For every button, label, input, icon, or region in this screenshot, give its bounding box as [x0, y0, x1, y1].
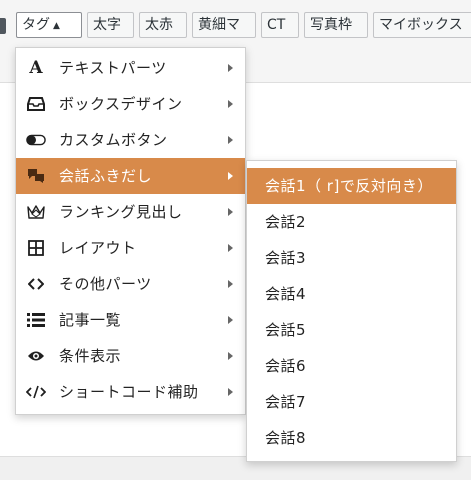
code-slash-icon	[26, 383, 46, 401]
menu-item-shortcode-helper[interactable]: ショートコード補助	[16, 374, 245, 410]
menu-item-label: ランキング見出し	[59, 203, 183, 221]
menu-item-label: ショートコード補助	[59, 383, 199, 401]
menu-item-layout[interactable]: レイアウト	[16, 230, 245, 266]
submenu-item-conversation-6[interactable]: 会話6	[247, 348, 456, 384]
chevron-right-icon	[228, 172, 233, 180]
chevron-right-icon	[228, 244, 233, 252]
chevron-right-icon	[228, 352, 233, 360]
menu-item-label: カスタムボタン	[59, 131, 168, 149]
list-icon	[26, 311, 46, 329]
menu-item-label: レイアウト	[59, 239, 137, 257]
menu-item-speech-bubble[interactable]: 会話ふきだし	[16, 158, 245, 194]
submenu-item-conversation-1[interactable]: 会話1（ r]で反対向き）	[247, 168, 456, 204]
chevron-right-icon	[228, 136, 233, 144]
submenu-item-conversation-4[interactable]: 会話4	[247, 276, 456, 312]
menu-item-custom-button[interactable]: カスタムボタン	[16, 122, 245, 158]
chevron-right-icon	[228, 388, 233, 396]
menu-item-label: テキストパーツ	[59, 59, 167, 77]
tag-dropdown-button[interactable]: タグ ▲	[16, 12, 82, 38]
submenu-item-label: 会話6	[265, 357, 307, 375]
letter-a-icon: A	[29, 58, 43, 78]
editor-page: タグ ▲ 太字 太赤 黄細マ CT 写真枠 マイボックス A テキストパーツ ボッ…	[0, 0, 471, 480]
chevron-right-icon	[228, 280, 233, 288]
menu-item-label: ボックスデザイン	[59, 95, 183, 113]
chevron-right-icon	[228, 64, 233, 72]
yellow-marker-button[interactable]: 黄細マ	[192, 12, 256, 38]
ct-button[interactable]: CT	[261, 12, 299, 38]
caret-up-icon: ▲	[53, 21, 60, 31]
speech-bubbles-icon	[26, 167, 46, 185]
chevron-right-icon	[228, 100, 233, 108]
menu-item-ranking-heading[interactable]: ランキング見出し	[16, 194, 245, 230]
eye-icon	[26, 347, 46, 365]
crown-icon	[26, 203, 46, 221]
menu-item-conditional-display[interactable]: 条件表示	[16, 338, 245, 374]
submenu-item-conversation-2[interactable]: 会話2	[247, 204, 456, 240]
menu-item-label: 会話ふきだし	[59, 167, 153, 185]
toggle-icon	[26, 131, 46, 149]
menu-item-text-parts[interactable]: A テキストパーツ	[16, 50, 245, 86]
menu-item-other-parts[interactable]: その他パーツ	[16, 266, 245, 302]
chevron-right-icon	[228, 208, 233, 216]
menu-item-article-list[interactable]: 記事一覧	[16, 302, 245, 338]
inbox-tray-icon	[26, 95, 46, 113]
menu-item-label: その他パーツ	[59, 275, 152, 293]
bold-red-button[interactable]: 太赤	[139, 12, 187, 38]
tag-dropdown-menu: A テキストパーツ ボックスデザイン カスタムボタン 会話ふきだし ランキング見…	[15, 47, 246, 415]
bold-button[interactable]: 太字	[87, 12, 134, 38]
submenu-item-conversation-3[interactable]: 会話3	[247, 240, 456, 276]
submenu-item-label: 会話4	[265, 285, 307, 303]
submenu-item-conversation-8[interactable]: 会話8	[247, 420, 456, 456]
submenu-item-conversation-5[interactable]: 会話5	[247, 312, 456, 348]
toolbar-edge-button-fragment[interactable]	[0, 18, 6, 34]
grid-layout-icon	[26, 239, 46, 257]
menu-item-label: 条件表示	[59, 347, 122, 365]
submenu-item-label: 会話3	[265, 249, 307, 267]
submenu-item-label: 会話5	[265, 321, 307, 339]
angle-brackets-icon	[26, 275, 46, 293]
my-box-button[interactable]: マイボックス	[373, 12, 471, 38]
quicktags-toolbar: タグ ▲ 太字 太赤 黄細マ CT 写真枠 マイボックス	[0, 10, 471, 40]
submenu-item-label: 会話2	[265, 213, 307, 231]
submenu-item-conversation-7[interactable]: 会話7	[247, 384, 456, 420]
tag-button-label: タグ	[22, 17, 50, 33]
menu-item-label: 記事一覧	[59, 311, 122, 329]
photo-frame-button[interactable]: 写真枠	[304, 12, 368, 38]
speech-bubble-submenu: 会話1（ r]で反対向き） 会話2 会話3 会話4 会話5 会話6 会話7 会話…	[246, 160, 457, 462]
submenu-item-label: 会話1（ r]で反対向き）	[265, 177, 433, 195]
submenu-item-label: 会話7	[265, 393, 307, 411]
chevron-right-icon	[228, 316, 233, 324]
menu-item-box-design[interactable]: ボックスデザイン	[16, 86, 245, 122]
submenu-item-label: 会話8	[265, 429, 307, 447]
